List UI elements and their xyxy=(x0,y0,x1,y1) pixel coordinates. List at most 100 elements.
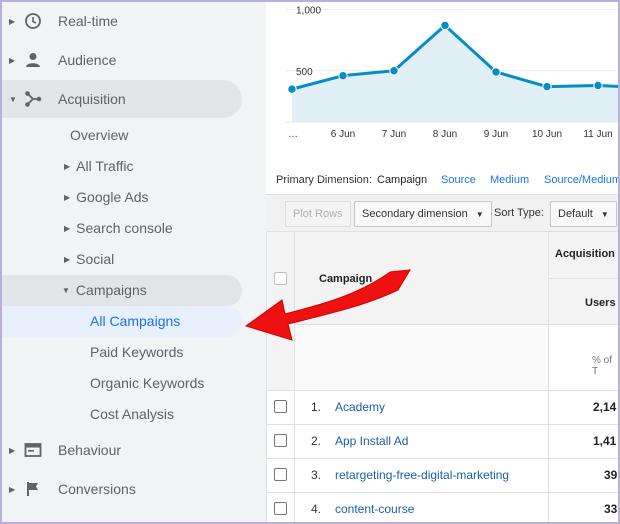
clock-icon xyxy=(25,13,41,29)
row-divider xyxy=(294,492,549,524)
primary-dimension-bar: Primary Dimension: Campaign Source Mediu… xyxy=(266,172,620,190)
sidebar-item-social[interactable]: ▶ Social xyxy=(64,244,114,274)
dropdown-arrow-icon: ▼ xyxy=(475,209,484,219)
campaign-link[interactable]: Academy xyxy=(335,400,385,414)
acquisition-icon xyxy=(25,91,42,107)
x-tick-label: 7 Jun xyxy=(382,129,406,140)
row-divider xyxy=(294,424,549,459)
sidebar-item-label: Social xyxy=(76,251,115,267)
sidebar-item-paid-keywords[interactable]: Paid Keywords xyxy=(90,337,183,367)
x-tick-label: 8 Jun xyxy=(433,129,457,140)
row-checkbox[interactable] xyxy=(274,400,287,413)
person-icon xyxy=(26,53,40,67)
sidebar-item-acquisition[interactable]: ▼ Acquisition xyxy=(0,80,242,118)
sidebar-item-label: All Traffic xyxy=(76,158,134,174)
y-tick-label: 500 xyxy=(296,67,313,78)
dropdown-arrow-icon: ▼ xyxy=(600,209,609,219)
users-column-header[interactable]: Users xyxy=(585,297,616,309)
percent-of-total-label: % of T xyxy=(592,355,613,377)
red-arrow-annotation xyxy=(244,269,411,341)
sidebar-item-cost-analysis[interactable]: Cost Analysis xyxy=(90,399,174,429)
sidebar-item-label: Conversions xyxy=(58,481,136,497)
data-point xyxy=(593,80,603,91)
sidebar-item-label: Overview xyxy=(70,127,129,143)
sidebar-item-search-console[interactable]: ▶ Search console xyxy=(64,213,173,243)
sort-type-dropdown[interactable]: Default ▼ xyxy=(550,201,617,227)
sidebar-item-audience[interactable]: ▶ Audience xyxy=(0,41,266,79)
secondary-dimension-label: Secondary dimension xyxy=(362,208,468,220)
caret-right-icon: ▶ xyxy=(64,223,71,233)
caret-right-icon: ▶ xyxy=(9,445,16,455)
caret-right-icon: ▶ xyxy=(64,192,71,202)
sidebar-item-behaviour[interactable]: ▶ Behaviour xyxy=(0,431,266,469)
data-point xyxy=(440,20,450,31)
caret-right-icon: ▶ xyxy=(9,16,16,26)
row-checkbox[interactable] xyxy=(274,468,287,481)
dimension-source-medium-link[interactable]: Source/Medium xyxy=(544,174,620,186)
campaign-link[interactable]: content-course xyxy=(335,502,414,516)
sidebar-item-all-traffic[interactable]: ▶ All Traffic xyxy=(64,151,133,181)
flag-icon xyxy=(27,482,38,496)
caret-right-icon: ▶ xyxy=(64,161,71,171)
users-value: 2,14 xyxy=(593,400,617,414)
sidebar-item-label: Organic Keywords xyxy=(90,375,205,391)
x-tick-label: 9 Jun xyxy=(484,129,508,140)
table-toolbar: Plot Rows Secondary dimension ▼ Sort Typ… xyxy=(266,194,620,231)
caret-right-icon: ▶ xyxy=(9,55,16,65)
sidebar-item-label: Cost Analysis xyxy=(90,406,175,422)
data-point xyxy=(491,67,501,77)
row-number: 2. xyxy=(311,434,322,448)
secondary-dimension-dropdown[interactable]: Secondary dimension ▼ xyxy=(354,201,492,227)
sidebar-item-conversions[interactable]: ▶ Conversions xyxy=(0,470,266,508)
sidebar-item-label: Search console xyxy=(76,220,173,236)
y-tick-label: 1,000 xyxy=(296,6,321,17)
line-chart: 1,000 500 … 6 Jun 7 Jun 8 Jun 9 Jun 10 Jun 11 Ju… xyxy=(266,0,620,150)
x-tick-label: 11 Jun xyxy=(583,129,612,140)
sidebar-item-all-campaigns[interactable]: All Campaigns xyxy=(90,306,180,336)
x-tick-label: 6 Jun xyxy=(331,129,355,140)
campaign-link[interactable]: retargeting-free-digital-marketing xyxy=(335,468,509,482)
caret-down-icon: ▼ xyxy=(62,285,70,295)
data-point xyxy=(287,84,297,94)
dimension-source-link[interactable]: Source xyxy=(441,174,476,186)
window-icon xyxy=(24,443,42,457)
row-checkbox[interactable] xyxy=(274,502,287,515)
sidebar-item-organic-keywords[interactable]: Organic Keywords xyxy=(90,368,204,398)
users-value: 1,41 xyxy=(593,434,617,448)
sidebar-item-label: Acquisition xyxy=(58,91,126,107)
dimension-medium-link[interactable]: Medium xyxy=(490,174,529,186)
primary-dimension-label: Primary Dimension: xyxy=(276,174,372,186)
row-number: 4. xyxy=(311,502,322,516)
users-value: 33 xyxy=(604,502,618,516)
sidebar-item-label: Google Ads xyxy=(76,189,149,205)
sidebar-item-label: All Campaigns xyxy=(90,313,181,329)
sidebar-item-label: Campaigns xyxy=(75,282,147,298)
acquisition-column-header: Acquisition xyxy=(555,248,615,260)
row-checkbox[interactable] xyxy=(274,434,287,447)
caret-right-icon: ▶ xyxy=(9,484,16,494)
caret-down-icon: ▼ xyxy=(9,94,17,104)
sidebar: ▶ Real-time ▶ Audience ▼ Acquisition Ove… xyxy=(0,0,266,524)
sidebar-item-realtime[interactable]: ▶ Real-time xyxy=(0,2,266,40)
sidebar-item-overview[interactable]: Overview xyxy=(70,120,128,150)
sidebar-item-label: Behaviour xyxy=(58,442,122,458)
data-point xyxy=(389,66,399,76)
sidebar-item-campaigns[interactable]: ▼ Campaigns xyxy=(62,275,147,305)
sidebar-item-label: Paid Keywords xyxy=(90,344,184,360)
campaign-link[interactable]: App Install Ad xyxy=(335,434,408,448)
sort-type-label: Sort Type: xyxy=(494,207,544,219)
plot-rows-button[interactable]: Plot Rows xyxy=(285,201,351,227)
sidebar-item-label: Audience xyxy=(58,52,117,68)
sidebar-item-google-ads[interactable]: ▶ Google Ads xyxy=(64,182,149,212)
row-number: 1. xyxy=(311,400,322,414)
caret-right-icon: ▶ xyxy=(64,254,71,264)
x-tick-label: 10 Jun xyxy=(532,129,562,140)
users-value: 39 xyxy=(604,468,618,482)
plot-rows-label: Plot Rows xyxy=(293,208,343,220)
arrow-shape xyxy=(244,269,411,341)
sidebar-item-label: Real-time xyxy=(58,13,118,29)
row-number: 3. xyxy=(311,468,322,482)
data-point xyxy=(542,81,552,92)
x-tick-label: … xyxy=(288,129,298,140)
sort-type-value: Default xyxy=(558,208,593,220)
